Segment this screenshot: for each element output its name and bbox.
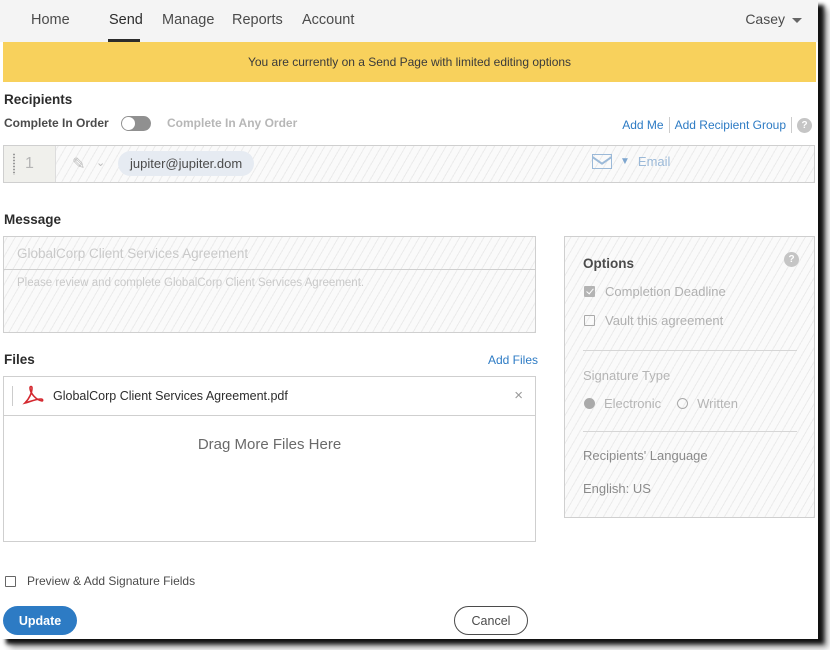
add-recipient-group-link[interactable]: Add Recipient Group: [675, 118, 786, 132]
drag-handle-icon[interactable]: [13, 153, 15, 175]
signature-type-label: Signature Type: [583, 368, 671, 383]
nav-manage[interactable]: Manage: [162, 12, 214, 28]
file-drop-zone[interactable]: Drag More Files Here: [4, 416, 535, 541]
electronic-label: Electronic: [604, 396, 662, 411]
cancel-button[interactable]: Cancel: [454, 606, 528, 635]
help-icon[interactable]: ?: [797, 117, 812, 133]
signature-type-group: Electronic Written: [584, 396, 738, 411]
add-files-link[interactable]: Add Files: [488, 353, 538, 367]
drag-handle-icon[interactable]: [12, 386, 13, 406]
user-menu[interactable]: Casey: [745, 11, 802, 27]
message-box: GlobalCorp Client Services Agreement Ple…: [3, 236, 536, 333]
message-title: Message: [4, 212, 62, 227]
add-me-link[interactable]: Add Me: [622, 118, 663, 132]
options-panel: Options ? Completion Deadline Vault this…: [564, 236, 815, 518]
radio-electronic[interactable]: [584, 398, 595, 409]
files-title: Files: [4, 352, 35, 367]
caret-down-icon: [792, 18, 802, 23]
file-item: GlobalCorp Client Services Agreement.pdf…: [4, 377, 535, 416]
files-box: GlobalCorp Client Services Agreement.pdf…: [3, 376, 536, 542]
signer-pen-icon[interactable]: ✎: [72, 154, 85, 174]
checkbox-icon: [5, 575, 16, 587]
agreement-name-field[interactable]: GlobalCorp Client Services Agreement: [4, 237, 535, 270]
nav-home[interactable]: Home: [31, 12, 70, 28]
chevron-down-icon: ▼: [620, 156, 630, 167]
complete-in-order-label: Complete In Order: [4, 116, 109, 130]
divider: [583, 350, 797, 351]
recipients-language-value[interactable]: English: US: [583, 481, 651, 496]
delivery-method-select[interactable]: ▼ Email: [592, 154, 670, 169]
user-name: Casey: [745, 11, 785, 27]
completion-deadline-label: Completion Deadline: [605, 284, 726, 299]
options-title: Options: [583, 256, 634, 271]
divider: [791, 117, 792, 133]
envelope-icon: [592, 154, 612, 169]
preview-label: Preview & Add Signature Fields: [27, 574, 196, 588]
help-icon[interactable]: ?: [784, 252, 799, 267]
pdf-icon: [22, 385, 44, 405]
order-number: 1: [25, 155, 34, 172]
toggle-knob: [122, 117, 135, 130]
completion-deadline-checkbox[interactable]: Completion Deadline: [584, 284, 726, 299]
file-name: GlobalCorp Client Services Agreement.pdf: [53, 389, 288, 403]
update-button[interactable]: Update: [3, 606, 77, 635]
recipient-actions: Add Me Add Recipient Group ?: [622, 117, 812, 133]
limited-editing-banner: You are currently on a Send Page with li…: [3, 42, 816, 82]
divider: [583, 431, 797, 432]
nav-send[interactable]: Send: [109, 12, 143, 28]
complete-in-any-order-label: Complete In Any Order: [167, 116, 298, 130]
checkbox-checked-icon: [584, 286, 595, 297]
written-label: Written: [697, 396, 739, 411]
vault-agreement-checkbox[interactable]: Vault this agreement: [584, 313, 723, 328]
preview-signature-fields-checkbox[interactable]: Preview & Add Signature Fields: [5, 574, 195, 588]
divider: [668, 117, 670, 133]
delivery-method-label: Email: [637, 154, 671, 169]
top-nav: Home Send Manage Reports Account Casey: [0, 0, 818, 42]
radio-written[interactable]: [677, 398, 689, 409]
chevron-down-icon[interactable]: ⌄: [96, 156, 105, 169]
recipients-language-label: Recipients' Language: [583, 448, 708, 463]
send-page-window: Home Send Manage Reports Account Casey Y…: [0, 0, 818, 639]
recipients-title: Recipients: [4, 92, 73, 107]
recipient-order-number: 1: [4, 146, 56, 182]
nav-reports[interactable]: Reports: [232, 12, 283, 28]
vault-agreement-label: Vault this agreement: [605, 313, 724, 328]
signing-order-toggle[interactable]: [121, 116, 151, 131]
remove-file-icon[interactable]: ×: [514, 387, 523, 404]
recipient-email-chip[interactable]: jupiter@jupiter.dom: [118, 151, 255, 176]
recipient-row: 1 ✎ ⌄ jupiter@jupiter.dom ▼ Email: [3, 145, 815, 183]
message-body-field[interactable]: Please review and complete GlobalCorp Cl…: [4, 270, 535, 296]
nav-account[interactable]: Account: [302, 12, 354, 28]
checkbox-icon: [584, 315, 595, 326]
